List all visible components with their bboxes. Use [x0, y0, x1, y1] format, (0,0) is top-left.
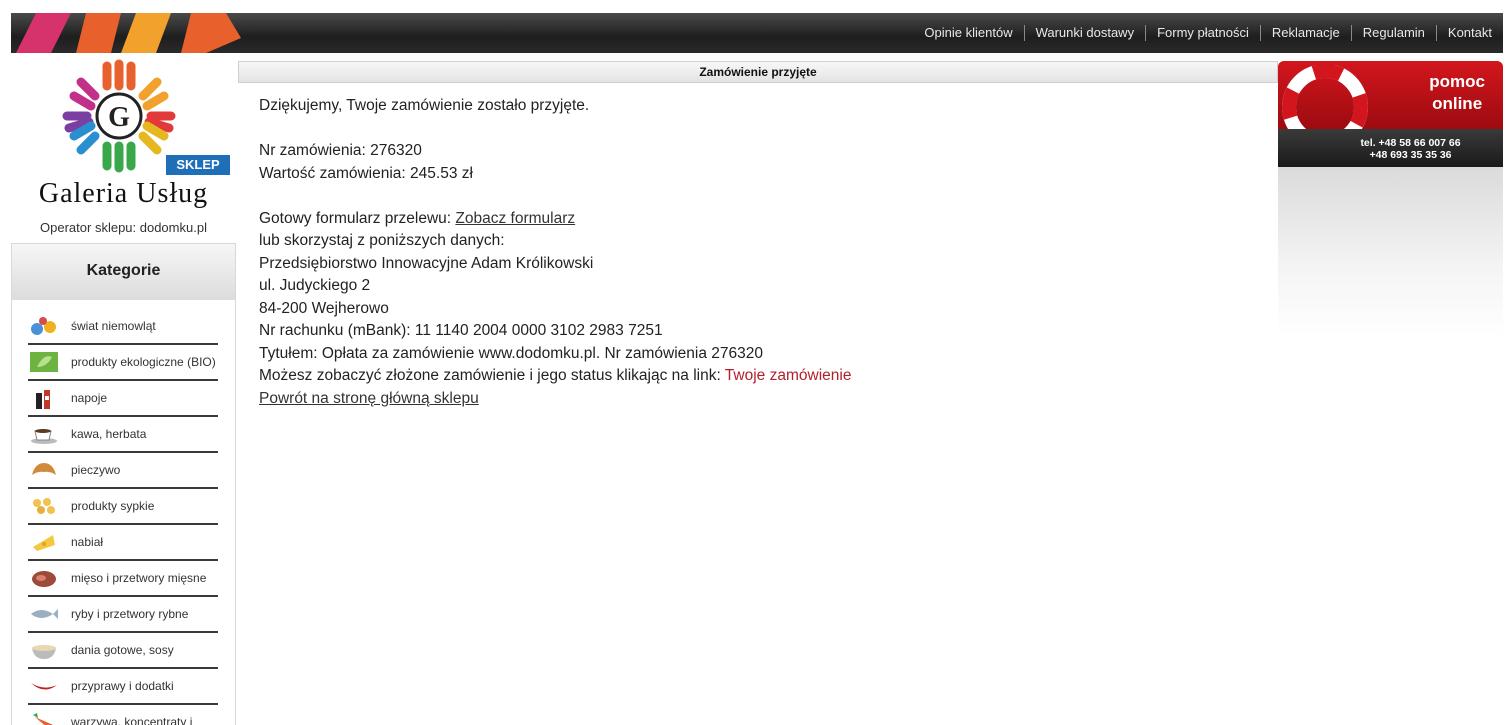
category-item-swiat-niemowlat[interactable]: świat niemowląt — [28, 309, 218, 345]
brand-name: Galeria Usług — [38, 178, 209, 209]
pasta-icon — [28, 494, 60, 518]
top-nav-bar: Opinie klientów Warunki dostawy Formy pł… — [11, 13, 1503, 53]
category-item-ryby[interactable]: ryby i przetwory rybne — [28, 597, 218, 633]
nav-link-regulamin[interactable]: Regulamin — [1350, 25, 1436, 41]
category-label: nabiał — [71, 535, 104, 549]
category-item-warzywa[interactable]: warzywa, koncentraty i — [28, 705, 218, 725]
category-label: pieczywo — [71, 463, 121, 477]
cheese-icon — [28, 530, 60, 554]
category-label: warzywa, koncentraty i — [71, 715, 193, 725]
help-phones: tel. +48 58 66 007 66 +48 693 35 35 36 — [1278, 129, 1503, 167]
bio-leaf-icon — [28, 350, 60, 374]
category-label: dania gotowe, sosy — [71, 643, 174, 657]
decorative-swoosh — [16, 13, 241, 53]
help-title-line1: pomoc — [1429, 72, 1485, 91]
order-status-line: Możesz zobaczyć złożone zamówienie i jeg… — [259, 365, 1259, 388]
back-to-home-link[interactable]: Powrót na stronę główną sklepu — [259, 390, 479, 407]
fish-icon — [28, 602, 60, 626]
category-item-nabial[interactable]: nabiał — [28, 525, 218, 561]
help-title: pomoc online — [1429, 71, 1485, 115]
help-phone-1: tel. +48 58 66 007 66 — [1360, 137, 1461, 149]
help-banner: pomoc online — [1278, 61, 1503, 129]
transfer-form-line: Gotowy formularz przelewu: Zobacz formul… — [259, 208, 1259, 231]
order-status-text: Możesz zobaczyć złożone zamówienie i jeg… — [259, 367, 725, 384]
svg-text:G: G — [108, 102, 130, 133]
top-nav: Opinie klientów Warunki dostawy Formy pł… — [913, 13, 1503, 53]
back-line: Powrót na stronę główną sklepu — [259, 388, 1259, 411]
company-city: 84-200 Wejherowo — [259, 299, 389, 317]
company-name: Przedsiębiorstwo Innowacyjne Adam Królik… — [259, 254, 594, 272]
nav-link-warunki-dostawy[interactable]: Warunki dostawy — [1023, 25, 1146, 41]
croissant-icon — [28, 458, 60, 482]
category-label: ryby i przetwory rybne — [71, 607, 189, 621]
nav-link-opinie[interactable]: Opinie klientów — [913, 25, 1023, 41]
your-order-link[interactable]: Twoje zamówienie — [725, 367, 852, 384]
lifebuoy-icon — [1282, 65, 1368, 129]
category-label: napoje — [71, 391, 108, 405]
or-use-data: lub skorzystaj z poniższych danych: — [259, 232, 505, 249]
help-phone-2: +48 693 35 35 36 — [1369, 149, 1452, 161]
order-value: Wartość zamówienia: 245.53 zł — [259, 164, 473, 182]
chili-icon — [28, 674, 60, 698]
operator-label: Operator sklepu: dodomku.pl — [40, 220, 207, 235]
category-item-kawa-herbata[interactable]: kawa, herbata — [28, 417, 218, 453]
order-confirmation: Dziękujemy, Twoje zamówienie zostało prz… — [259, 95, 1259, 410]
category-list: świat niemowląt produkty ekologiczne (BI… — [12, 300, 235, 725]
transfer-form-label: Gotowy formularz przelewu: — [259, 209, 456, 227]
category-item-przyprawy[interactable]: przyprawy i dodatki — [28, 669, 218, 705]
transfer-title: Tytułem: Opłata za zamówienie www.dodomk… — [259, 344, 763, 362]
sklep-badge: SKLEP — [166, 155, 230, 175]
category-item-dania-gotowe[interactable]: dania gotowe, sosy — [28, 633, 218, 669]
thanks-message: Dziękujemy, Twoje zamówienie zostało prz… — [259, 97, 590, 114]
help-title-line2: online — [1432, 94, 1483, 113]
category-label: produkty ekologiczne (BIO) — [71, 355, 216, 369]
category-label: świat niemowląt — [71, 319, 156, 333]
category-label: produkty sypkie — [71, 499, 155, 513]
help-online-panel[interactable]: pomoc online tel. +48 58 66 007 66 +48 6… — [1278, 61, 1503, 336]
category-label: przyprawy i dodatki — [71, 679, 174, 693]
category-item-mieso[interactable]: mięso i przetwory mięsne — [28, 561, 218, 597]
category-item-produkty-sypkie[interactable]: produkty sypkie — [28, 489, 218, 525]
drinks-icon — [28, 386, 60, 410]
category-item-pieczywo[interactable]: pieczywo — [28, 453, 218, 489]
category-sidebar: Kategorie świat niemowląt produkty ekolo… — [11, 243, 236, 725]
category-label: mięso i przetwory mięsne — [71, 571, 207, 585]
category-label: kawa, herbata — [71, 427, 147, 441]
category-item-bio[interactable]: produkty ekologiczne (BIO) — [28, 345, 218, 381]
bank-account: Nr rachunku (mBank): 11 1140 2004 0000 3… — [259, 322, 663, 339]
order-number: Nr zamówienia: 276320 — [259, 142, 422, 159]
baby-toys-icon — [28, 314, 60, 338]
nav-link-formy-platnosci[interactable]: Formy płatności — [1145, 25, 1260, 41]
nav-link-reklamacje[interactable]: Reklamacje — [1259, 25, 1351, 41]
category-item-napoje[interactable]: napoje — [28, 381, 218, 417]
vegetables-icon — [28, 710, 60, 725]
category-heading: Kategorie — [12, 244, 235, 300]
nav-link-kontakt[interactable]: Kontakt — [1435, 25, 1503, 41]
bowl-icon — [28, 638, 60, 662]
coffee-cup-icon — [28, 422, 60, 446]
page-title: Zamówienie przyjęte — [238, 61, 1278, 83]
meat-icon — [28, 566, 60, 590]
company-street: ul. Judyckiego 2 — [259, 277, 371, 294]
view-transfer-form-link[interactable]: Zobacz formularz — [455, 210, 575, 227]
